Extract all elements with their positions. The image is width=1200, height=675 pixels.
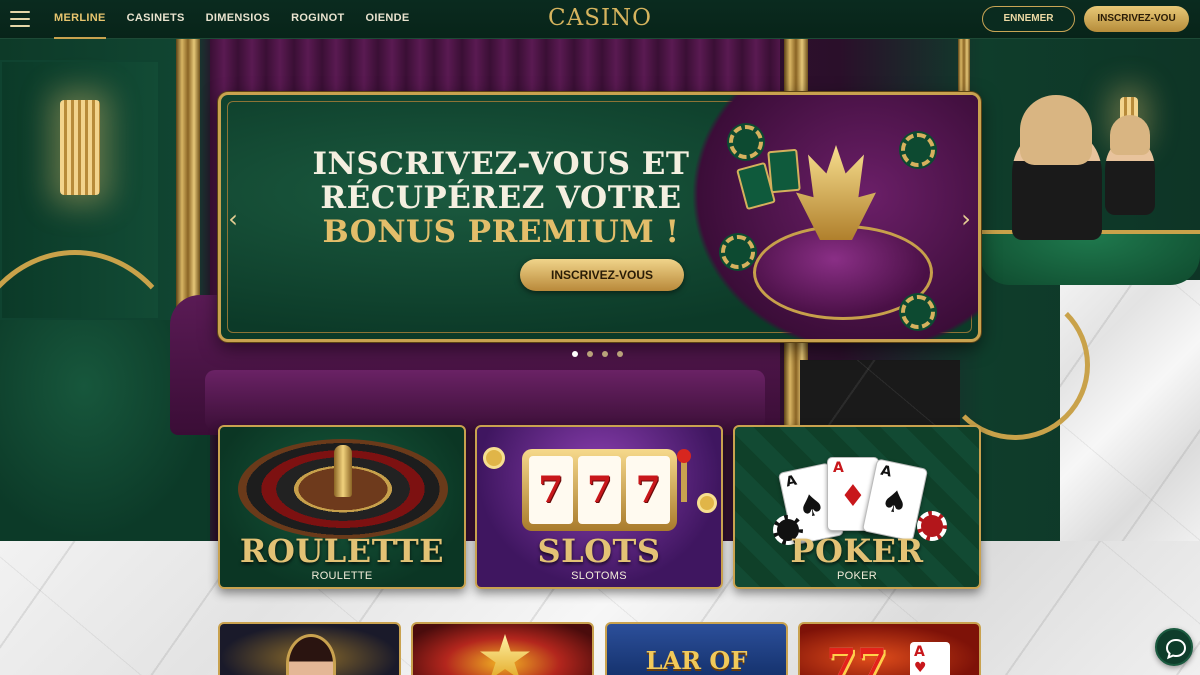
game-card-subtitle: SLOTOMS xyxy=(571,570,627,582)
thumbnail-title: LAR OF GOLF xyxy=(645,646,748,675)
nav-link-dimensios[interactable]: DIMENSIOS xyxy=(206,0,270,39)
game-thumbnail-3[interactable]: LAR OF GOLF xyxy=(605,622,788,675)
game-card-title: ROULETTE xyxy=(239,532,445,570)
banner-headline-line1: INSCRIVEZ-VOUS ET xyxy=(312,146,690,182)
character-portrait-icon xyxy=(286,634,336,675)
thumbnail-title: 77 xyxy=(826,640,888,675)
chip-decoration-3 xyxy=(901,133,935,167)
sofa-seat xyxy=(205,370,765,430)
login-button[interactable]: ENNEMER xyxy=(982,6,1075,32)
dealer-hair-1 xyxy=(1020,95,1092,165)
slot-reel: 7 xyxy=(577,456,622,524)
carousel-dot-4[interactable] xyxy=(617,351,623,357)
game-card-subtitle: ROULETTE xyxy=(311,570,373,582)
black-marble-plinth xyxy=(800,360,960,430)
slot-lever xyxy=(681,457,687,502)
nav-link-merline[interactable]: MERLINE xyxy=(54,0,106,39)
game-card-roulette[interactable]: ROULETTE ROULETTE xyxy=(218,425,466,589)
nav-link-oiende[interactable]: OIENDE xyxy=(366,0,410,39)
gold-coin-icon xyxy=(483,447,505,469)
hamburger-menu-icon[interactable] xyxy=(10,11,30,27)
game-card-subtitle: POKER xyxy=(836,570,877,582)
slot-machine-icon: 7 7 7 xyxy=(522,449,677,531)
game-thumbnail-2[interactable] xyxy=(411,622,594,675)
gold-star-icon xyxy=(480,634,530,675)
banner-headline: INSCRIVEZ-VOUS ET RÉCUPÉREZ VOTRE BONUS … xyxy=(281,147,721,249)
dealer-hair-2 xyxy=(1110,115,1150,155)
game-card-title: SLOTS xyxy=(537,532,661,570)
chevron-right-icon[interactable]: › xyxy=(958,205,974,233)
slot-reel: 7 xyxy=(529,456,573,524)
game-thumbnail-1[interactable] xyxy=(218,622,401,675)
promo-banner: INSCRIVEZ-VOUS ET RÉCUPÉREZ VOTRE BONUS … xyxy=(218,92,981,342)
card-decoration-2 xyxy=(767,148,801,194)
banner-headline-line3: BONUS PREMIUM ! xyxy=(322,214,680,250)
roulette-spindle xyxy=(334,445,352,497)
game-thumbnail-4[interactable]: 77 A ♥ xyxy=(798,622,981,675)
marble-wall-right xyxy=(1060,280,1200,541)
banner-headline-line2: RÉCUPÉREZ VOTRE xyxy=(320,180,682,216)
carousel-dot-3[interactable] xyxy=(602,351,608,357)
carousel-dot-1[interactable] xyxy=(572,351,578,357)
gold-coin-icon xyxy=(697,493,717,513)
chip-decoration-4 xyxy=(901,295,935,329)
chip-decoration-1 xyxy=(729,125,763,159)
top-navigation: MERLINE CASINETS DIMENSIOS ROGINOT OIEND… xyxy=(0,0,1200,39)
card-rank: A xyxy=(833,460,844,476)
nav-link-roginot[interactable]: ROGINOT xyxy=(291,0,344,39)
game-card-slots[interactable]: 7 7 7 SLOTS SLOTOMS xyxy=(475,425,723,589)
game-card-poker[interactable]: A ♠ A ♦ A ♠ POKER POKER xyxy=(733,425,981,589)
playing-card-heart: A ♥ xyxy=(910,642,950,675)
chip-decoration-2 xyxy=(721,235,755,269)
nav-links: MERLINE CASINETS DIMENSIOS ROGINOT OIEND… xyxy=(54,0,431,39)
game-card-title: POKER xyxy=(790,532,924,570)
chat-bubble-icon[interactable] xyxy=(1155,628,1193,666)
carousel-dot-2[interactable] xyxy=(587,351,593,357)
wall-sconce-left xyxy=(60,100,100,195)
nav-link-casinets[interactable]: CASINETS xyxy=(127,0,185,39)
chevron-left-icon[interactable]: ‹ xyxy=(225,205,241,233)
carousel-dots xyxy=(572,351,623,357)
slot-reel: 7 xyxy=(626,456,671,524)
banner-register-button[interactable]: INSCRIVEZ-VOUS xyxy=(520,259,684,291)
register-button[interactable]: INSCRIVEZ-VOU xyxy=(1084,6,1189,32)
slot-lever-knob xyxy=(677,449,691,463)
